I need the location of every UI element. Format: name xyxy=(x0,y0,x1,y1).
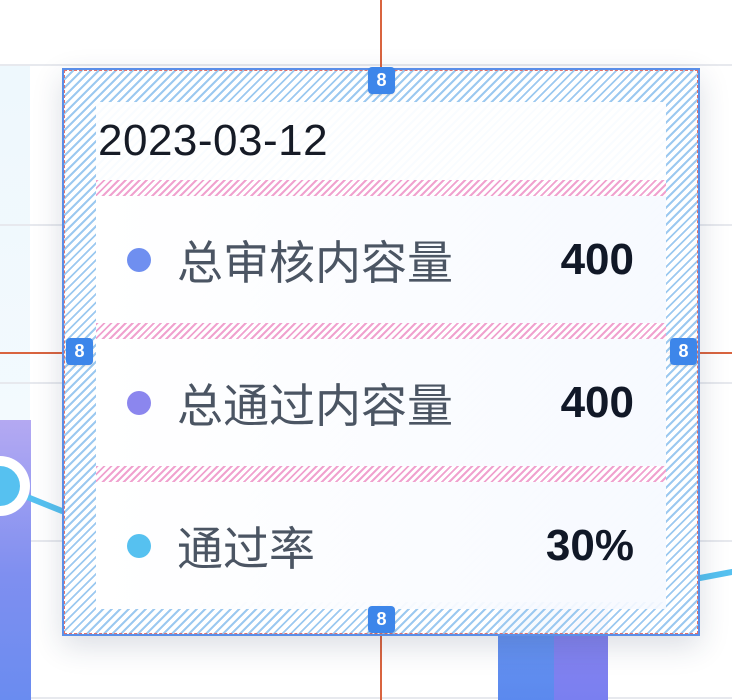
tooltip-header: 2023-03-12 xyxy=(96,102,666,180)
metric-label: 总通过内容量 xyxy=(177,378,453,433)
tooltip-row-total-reviewed: 总审核内容量 400 xyxy=(96,196,666,323)
metric-label: 总审核内容量 xyxy=(177,235,453,290)
series-dot-icon xyxy=(127,247,151,272)
tooltip-date: 2023-03-12 xyxy=(98,116,329,165)
chart-tooltip: 2023-03-12 总审核内容量 400 总通过内容量 400 通过率 30% xyxy=(62,68,700,636)
spacing-badge-top: 8 xyxy=(368,67,395,94)
divider xyxy=(96,180,666,196)
metric-value: 400 xyxy=(560,377,634,427)
metric-value: 30% xyxy=(545,520,634,570)
spacing-badge-left: 8 xyxy=(66,338,93,365)
series-dot-icon xyxy=(127,390,151,415)
spacing-badge-bottom: 8 xyxy=(368,606,395,633)
spacing-badge-right: 8 xyxy=(670,338,697,365)
series-dot-icon xyxy=(127,533,151,558)
metric-value: 400 xyxy=(560,234,634,284)
divider xyxy=(96,466,666,482)
tooltip-content: 2023-03-12 总审核内容量 400 总通过内容量 400 通过率 30% xyxy=(96,102,666,609)
metric-label: 通过率 xyxy=(177,521,315,576)
divider xyxy=(96,323,666,339)
chart-screen: 2023-03-12 总审核内容量 400 总通过内容量 400 通过率 30% xyxy=(0,0,732,700)
tooltip-row-approval-rate: 通过率 30% xyxy=(96,482,666,609)
rate-line-right xyxy=(697,569,732,581)
tooltip-row-total-approved: 总通过内容量 400 xyxy=(96,339,666,466)
